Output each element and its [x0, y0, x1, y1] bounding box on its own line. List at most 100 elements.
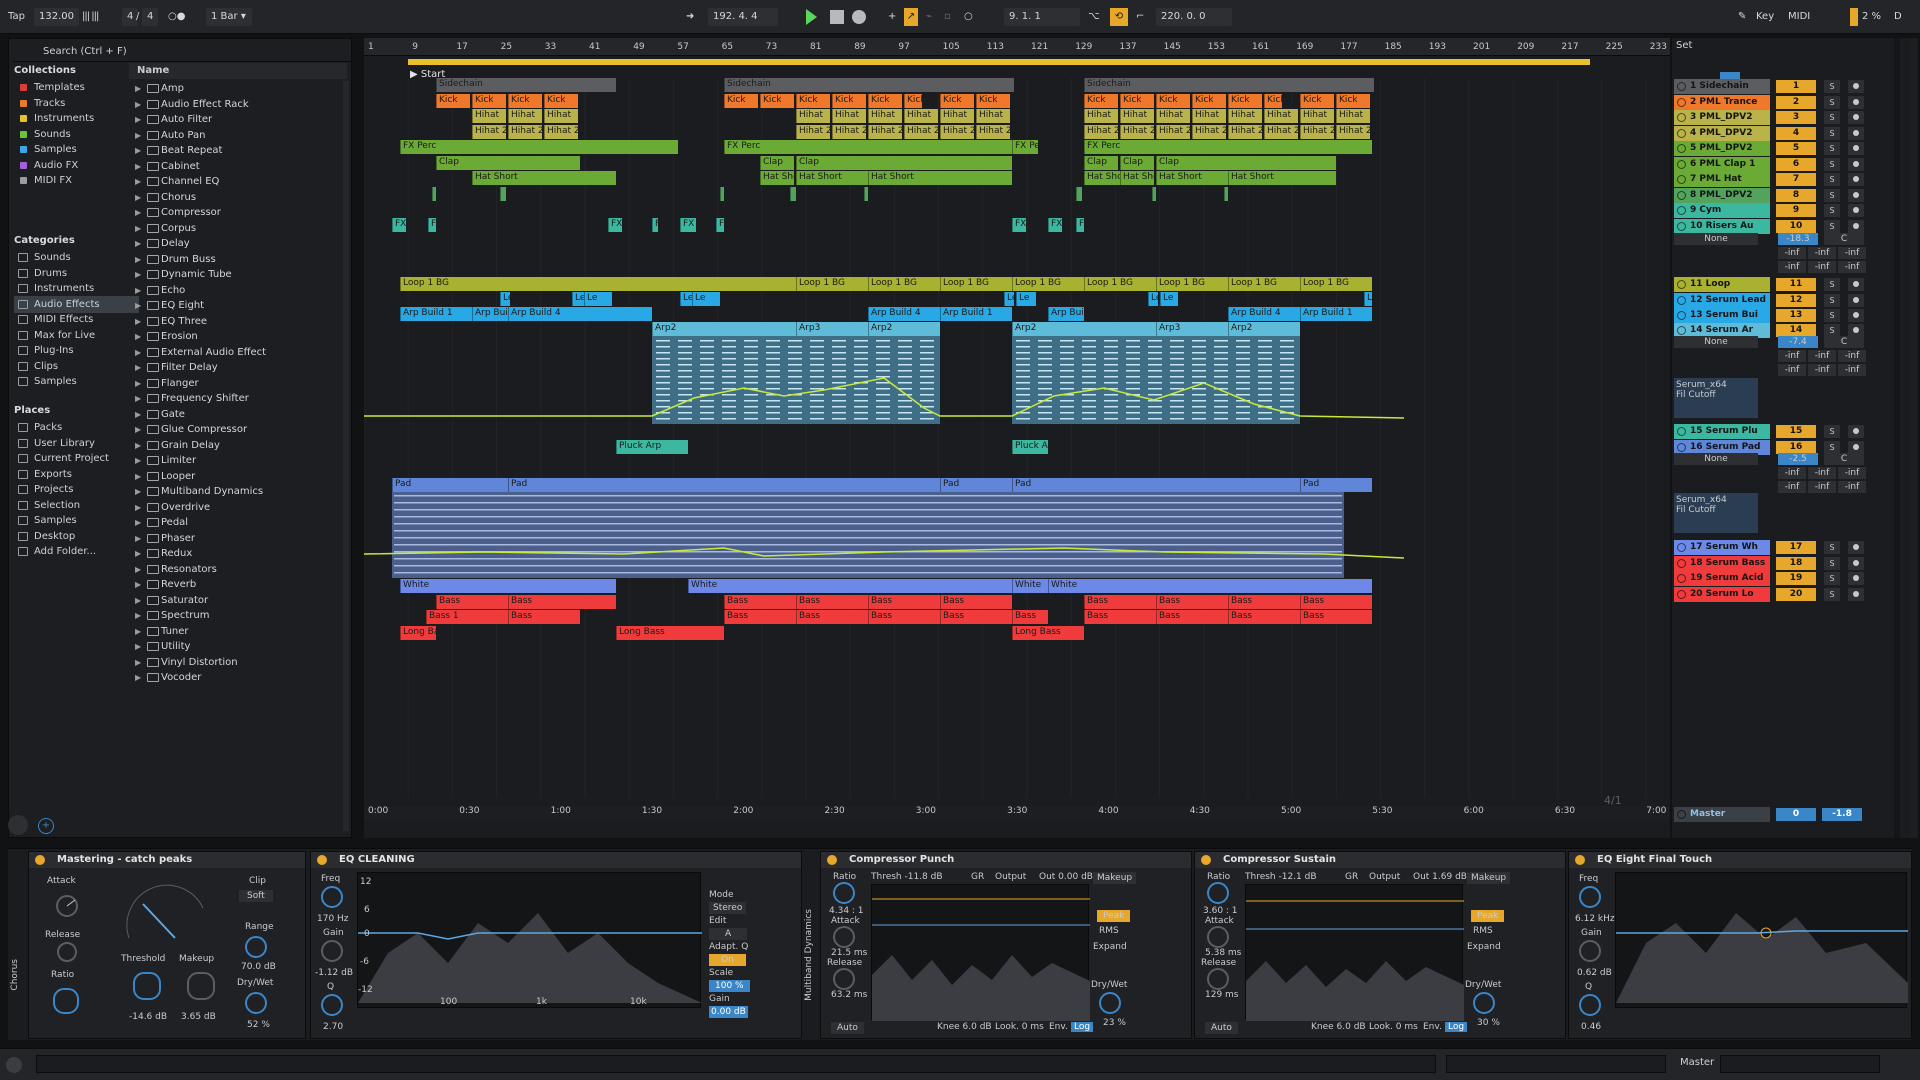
clip[interactable]: Le: [1148, 292, 1158, 306]
clip[interactable]: Hihat: [940, 109, 974, 123]
clip[interactable]: Hihat 2: [796, 125, 830, 139]
clip[interactable]: Bass: [868, 610, 940, 624]
browser-item[interactable]: ▶ Vocoder: [131, 668, 341, 687]
clip[interactable]: Arp3: [1156, 322, 1228, 336]
clip[interactable]: Sidechain: [724, 78, 1014, 92]
clip[interactable]: Hihat 2: [1264, 125, 1298, 139]
clip[interactable]: Bass: [940, 595, 1012, 609]
clip[interactable]: Hihat: [1228, 109, 1262, 123]
arm-button[interactable]: [1848, 142, 1864, 155]
log-button[interactable]: Log: [1071, 1022, 1094, 1032]
clip[interactable]: Hihat: [544, 109, 578, 123]
pan-field[interactable]: C: [1824, 233, 1864, 245]
peak-button[interactable]: Peak: [1471, 910, 1505, 922]
meter-readout[interactable]: -inf: [1808, 481, 1836, 493]
clip[interactable]: Le: [692, 292, 720, 306]
meter-readout[interactable]: -inf: [1838, 364, 1866, 376]
loop-length-field[interactable]: 220. 0. 0: [1156, 8, 1232, 26]
automation-arm-icon[interactable]: ↗: [904, 8, 918, 26]
arm-button[interactable]: [1848, 158, 1864, 171]
track-name[interactable]: 18 Serum Bass: [1674, 556, 1770, 571]
clip[interactable]: Loop 1 BG: [1012, 277, 1084, 291]
track-activator[interactable]: 12: [1776, 294, 1816, 307]
master-track[interactable]: Master 0 -1.8: [1672, 806, 1918, 823]
input-select[interactable]: None: [1674, 336, 1758, 348]
clip[interactable]: [1076, 187, 1082, 201]
time-ruler[interactable]: 0:00 0:30 1:00 1:30 2:00 2:30 3:00 3:30 4:00 4:30…: [364, 806, 1670, 820]
pan-field[interactable]: C: [1824, 336, 1864, 348]
clip[interactable]: Bass 1: [426, 610, 508, 624]
clip[interactable]: [864, 187, 868, 201]
clip[interactable]: Kick: [436, 94, 470, 108]
loop-start-field[interactable]: 9. 1. 1: [1004, 8, 1080, 26]
category-clips[interactable]: Clips: [14, 358, 139, 375]
clip[interactable]: Arp2: [1012, 322, 1156, 336]
track-activator[interactable]: 1: [1776, 80, 1816, 93]
rms-button[interactable]: RMS: [1099, 926, 1119, 936]
clip[interactable]: Bass: [724, 595, 796, 609]
clip[interactable]: Bass: [436, 595, 508, 609]
clip[interactable]: Loop 1 BG: [868, 277, 940, 291]
clip[interactable]: Hihat: [976, 109, 1010, 123]
meter-readout[interactable]: -inf: [1778, 481, 1806, 493]
clip[interactable]: Arp Build 1: [472, 307, 508, 321]
soft-clip-button[interactable]: Soft: [239, 890, 273, 902]
rms-button[interactable]: RMS: [1473, 926, 1493, 936]
track-name[interactable]: 10 Risers Au: [1674, 219, 1770, 234]
track-name[interactable]: 19 Serum Acid: [1674, 571, 1770, 586]
clip[interactable]: Hihat: [796, 109, 830, 123]
clip[interactable]: Loop 1 BG: [940, 277, 1012, 291]
clip[interactable]: Clap: [1156, 156, 1336, 170]
track-header[interactable]: 7 PML Hat 7 S: [1672, 171, 1918, 188]
clip[interactable]: Kick: [796, 94, 830, 108]
clip[interactable]: Kick: [976, 94, 1010, 108]
clip[interactable]: Le: [1004, 292, 1014, 306]
clip[interactable]: Hat Short: [760, 171, 794, 185]
auto-release-button[interactable]: Auto: [831, 1022, 864, 1034]
clip[interactable]: Kick: [1228, 94, 1262, 108]
clip[interactable]: Arp Build 1: [400, 307, 472, 321]
device-title[interactable]: EQ Eight Final Touch: [1569, 852, 1911, 868]
clip[interactable]: Kick: [472, 94, 506, 108]
clip[interactable]: Le: [500, 292, 510, 306]
clip[interactable]: Kick: [508, 94, 542, 108]
collection-instruments[interactable]: Instruments: [14, 110, 139, 127]
clip[interactable]: FX Perc: [1084, 140, 1372, 154]
clip[interactable]: FX Perc: [724, 140, 1012, 154]
clip[interactable]: Bass: [1228, 610, 1300, 624]
category-drums[interactable]: Drums: [14, 265, 139, 282]
clip[interactable]: Arp Build 1: [1300, 307, 1372, 321]
clip[interactable]: Kick: [1192, 94, 1226, 108]
reenable-automation-icon[interactable]: ⌁: [926, 8, 932, 26]
clip[interactable]: Arp Build 1: [940, 307, 1012, 321]
clip[interactable]: Bass: [1012, 610, 1048, 624]
meter-readout[interactable]: -inf: [1808, 364, 1836, 376]
clip[interactable]: Hihat 2: [832, 125, 866, 139]
clip[interactable]: [432, 187, 436, 201]
mode-select[interactable]: Stereo: [709, 902, 747, 914]
clip[interactable]: Hihat 2: [940, 125, 974, 139]
clip[interactable]: Hihat 2: [904, 125, 938, 139]
place-add-folder-[interactable]: Add Folder...: [14, 543, 139, 560]
clip[interactable]: Hat Short: [1084, 171, 1120, 185]
place-projects[interactable]: Projects: [14, 481, 139, 498]
clip[interactable]: Long Bass: [616, 626, 724, 640]
track-header[interactable]: 3 PML_DPV2 3 S: [1672, 109, 1918, 126]
track-name[interactable]: 5 PML_DPV2: [1674, 141, 1770, 156]
arm-button[interactable]: [1848, 173, 1864, 186]
clip[interactable]: [1152, 187, 1156, 201]
clip[interactable]: FX: [392, 218, 406, 232]
category-plug-ins[interactable]: Plug-Ins: [14, 342, 139, 359]
collection-tracks[interactable]: Tracks: [14, 95, 139, 112]
clip[interactable]: FX Perc: [1012, 140, 1038, 154]
meter-readout[interactable]: -inf: [1838, 481, 1866, 493]
clip[interactable]: Hihat: [1336, 109, 1370, 123]
track-activator[interactable]: 19: [1776, 572, 1816, 585]
clip[interactable]: White: [1048, 579, 1372, 593]
clip[interactable]: Kick: [940, 94, 974, 108]
arm-button[interactable]: [1848, 309, 1864, 322]
input-select[interactable]: None: [1674, 233, 1758, 245]
clip[interactable]: Hat Short: [1120, 171, 1154, 185]
clip[interactable]: Hihat: [1264, 109, 1298, 123]
track-activator[interactable]: 8: [1776, 189, 1816, 202]
